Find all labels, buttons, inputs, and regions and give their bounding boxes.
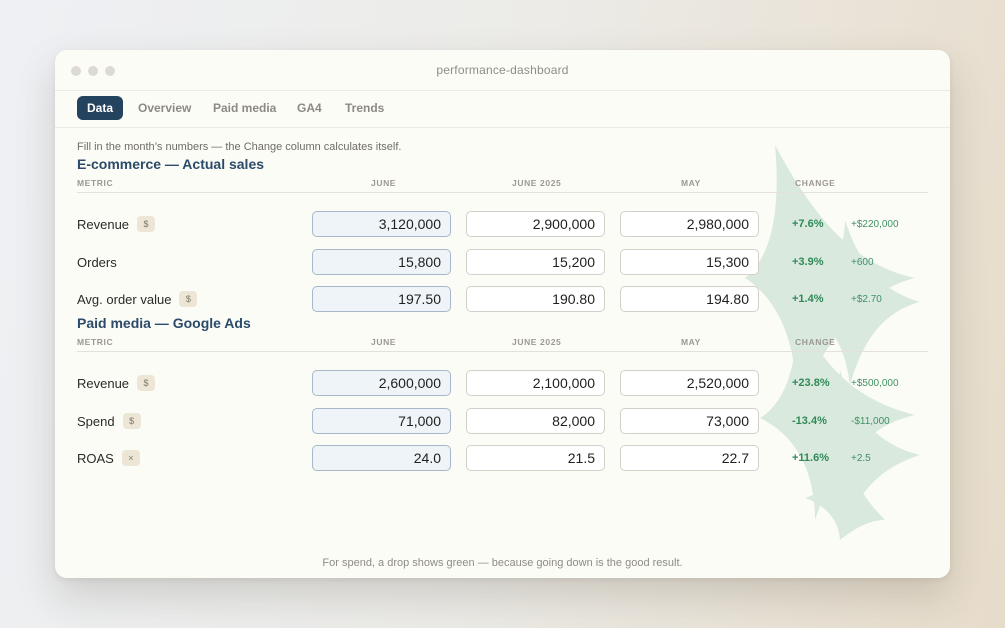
june-2025-value-input[interactable] [466,370,605,396]
change-absolute: +$220,000 [851,219,899,230]
june-value-input[interactable] [312,370,451,396]
june-value-input[interactable] [312,408,451,434]
unit-badge: $ [179,291,198,307]
change-percent: +7.6% [792,218,824,230]
column-header-june-2025: JUNE 2025 [512,178,562,188]
divider [77,351,928,352]
metric-label: Orders [77,254,117,270]
june-2025-value-input[interactable] [466,408,605,434]
unit-badge: × [121,450,140,466]
change-absolute: +600 [851,257,874,268]
window-title: performance-dashboard [436,63,569,77]
metric-label: ROAS [77,450,114,466]
change-percent: -13.4% [792,415,827,427]
june-value-input[interactable] [312,286,451,312]
section-title-paid-media: Paid media — Google Ads [77,315,251,331]
change-percent: +3.9% [792,256,824,268]
may-value-input[interactable] [620,445,759,471]
tab-overview[interactable]: Overview [128,96,201,120]
may-value-input[interactable] [620,286,759,312]
may-value-input[interactable] [620,370,759,396]
metric-label: Spend [77,413,115,429]
divider [77,192,928,193]
change-percent: +1.4% [792,293,824,305]
june-2025-value-input[interactable] [466,249,605,275]
change-percent: +23.8% [792,377,830,389]
change-percent: +11.6% [792,452,830,464]
column-header-metric: METRIC [77,178,114,188]
may-value-input[interactable] [620,211,759,237]
tab-paid-media[interactable]: Paid media [203,96,286,120]
unit-badge: $ [137,216,156,232]
june-2025-value-input[interactable] [466,445,605,471]
column-header-june: JUNE [371,337,397,347]
tab-ga4[interactable]: GA4 [287,96,332,120]
change-absolute: -$11,000 [851,416,890,427]
column-header-june-2025: JUNE 2025 [512,337,562,347]
footer-note: For spend, a drop shows green — because … [322,557,683,569]
tab-trends[interactable]: Trends [335,96,394,120]
unit-badge: $ [122,413,141,429]
metric-label: Revenue [77,216,130,232]
column-header-may: MAY [681,178,701,188]
intro-text: Fill in the month’s numbers — the Change… [77,141,402,153]
unit-badge: $ [137,375,156,391]
metric-label: Avg. order value [77,291,172,307]
section-title-ecommerce: E-commerce — Actual sales [77,156,265,172]
column-header-change: CHANGE [795,178,836,188]
column-header-metric: METRIC [77,337,114,347]
change-absolute: +$500,000 [851,378,899,389]
june-value-input[interactable] [312,211,451,237]
change-absolute: +2.5 [851,453,871,464]
june-2025-value-input[interactable] [466,211,605,237]
column-header-june: JUNE [371,178,397,188]
may-value-input[interactable] [620,408,759,434]
june-value-input[interactable] [312,445,451,471]
june-value-input[interactable] [312,249,451,275]
title-bar: performance-dashboard [55,50,950,91]
tab-bar: Data Overview Paid media GA4 Trends [55,91,950,128]
change-absolute: +$2.70 [851,294,882,305]
may-value-input[interactable] [620,249,759,275]
column-header-may: MAY [681,337,701,347]
metric-label: Revenue [77,375,130,391]
tab-data[interactable]: Data [77,96,124,120]
app-window: performance-dashboard Data Overview Paid… [55,50,950,578]
leaf-watermark-icon [745,145,920,540]
column-header-change: CHANGE [795,337,836,347]
june-2025-value-input[interactable] [466,286,605,312]
